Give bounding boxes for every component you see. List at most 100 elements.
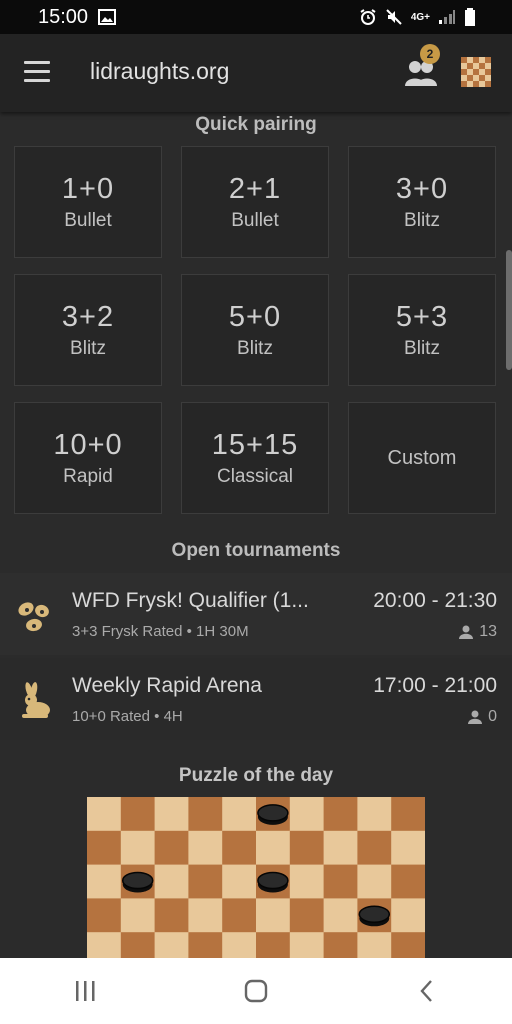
pairing-5-0[interactable]: 5+0 Blitz — [181, 274, 329, 386]
pairing-time: 5+0 — [228, 300, 282, 333]
board-square — [154, 830, 189, 866]
board-square — [391, 898, 425, 933]
board-square — [222, 797, 257, 832]
player-count: 13 — [479, 623, 497, 640]
recent-apps-icon — [76, 981, 95, 1001]
quick-pairing-title: Quick pairing — [195, 114, 317, 135]
home-button[interactable] — [226, 969, 286, 1013]
board-square — [323, 864, 358, 899]
gallery-icon — [98, 9, 117, 25]
board-square — [289, 864, 325, 899]
board-square — [222, 830, 257, 866]
board-square — [391, 830, 425, 866]
board-square — [256, 830, 291, 866]
board-square — [391, 797, 425, 832]
pairing-perf: Classical — [216, 465, 294, 487]
tournament-time: 17:00 - 21:00 — [373, 674, 497, 697]
back-icon — [420, 980, 432, 1002]
pairing-perf: Blitz — [70, 337, 106, 359]
board-square — [87, 830, 122, 866]
board-square — [256, 898, 291, 933]
puzzle-title: Puzzle of the day — [178, 765, 334, 786]
tournament-row[interactable]: WFD Frysk! Qualifier (1... 3+3 Frysk Rat… — [0, 573, 512, 655]
pairing-3-0[interactable]: 3+0 Blitz — [348, 146, 496, 258]
pairing-perf: Rapid — [63, 465, 113, 487]
site-title: lidraughts.org — [90, 58, 230, 84]
black-piece[interactable] — [257, 804, 289, 825]
open-tournaments-title: Open tournaments — [171, 540, 341, 561]
top-app-bar: lidraughts.org 2 — [0, 34, 512, 112]
tournament-players: 13 — [459, 623, 497, 641]
pairing-perf: Blitz — [404, 209, 440, 231]
recent-apps-button[interactable] — [55, 969, 115, 1013]
network-label: 4G+ — [410, 11, 430, 23]
signal-icon — [439, 10, 455, 24]
board-square — [87, 797, 122, 832]
black-piece[interactable] — [358, 905, 391, 927]
pairing-5-3[interactable]: 5+3 Blitz — [348, 274, 496, 386]
pairing-time: 15+15 — [211, 428, 299, 461]
pairing-time: 1+0 — [61, 172, 115, 205]
board-square — [357, 864, 392, 899]
tournament-time: 20:00 - 21:30 — [373, 589, 497, 612]
board-square — [154, 898, 189, 933]
board-square — [222, 864, 257, 899]
pairing-time: 10+0 — [53, 428, 123, 461]
board-square — [357, 830, 392, 866]
player-icon — [468, 710, 483, 724]
board-square — [87, 864, 122, 899]
tournament-info: 3+3 Frysk Rated • 1H 30M — [72, 623, 249, 640]
alarm-icon — [360, 9, 376, 25]
frysk-icon — [18, 602, 49, 632]
home-icon — [244, 979, 268, 1003]
board-square — [323, 797, 358, 832]
black-piece[interactable] — [257, 871, 289, 893]
pairing-perf: Bullet — [64, 209, 112, 231]
board-square — [289, 898, 325, 933]
pairing-3-2[interactable]: 3+2 Blitz — [14, 274, 162, 386]
custom-label: Custom — [387, 446, 457, 469]
pairing-10-0[interactable]: 10+0 Rapid — [14, 402, 162, 514]
pairing-15-15[interactable]: 15+15 Classical — [181, 402, 329, 514]
board-square — [222, 898, 257, 933]
board-square — [357, 797, 392, 832]
puzzle-board-svg — [87, 797, 425, 967]
board-square — [323, 898, 358, 933]
pairing-time: 3+2 — [61, 300, 115, 333]
back-button[interactable] — [397, 969, 457, 1013]
status-bar: 15:00 4G+ — [0, 0, 512, 34]
pairing-2-1[interactable]: 2+1 Bullet — [181, 146, 329, 258]
pairing-perf: Bullet — [231, 209, 279, 231]
friends-count-badge: 2 — [420, 44, 440, 64]
puzzle-board[interactable] — [87, 797, 425, 967]
pairing-custom[interactable]: Custom — [348, 402, 496, 514]
board-square — [120, 797, 156, 832]
board-square — [323, 830, 358, 866]
black-piece[interactable] — [121, 871, 154, 893]
tournament-info: 10+0 Rated • 4H — [72, 708, 183, 725]
board-square — [391, 864, 425, 899]
pairing-time: 2+1 — [228, 172, 282, 205]
pairing-time: 5+3 — [395, 300, 449, 333]
board-icon[interactable] — [461, 57, 491, 87]
rabbit-icon — [22, 682, 50, 718]
system-nav-bar — [0, 958, 512, 1024]
status-time: 15:00 — [38, 5, 89, 28]
tournament-name: Weekly Rapid Arena — [72, 674, 262, 697]
board-square — [87, 898, 122, 933]
board-square — [120, 898, 156, 933]
player-count: 0 — [488, 708, 497, 725]
tournament-row[interactable]: Weekly Rapid Arena 10+0 Rated • 4H 17:00… — [0, 658, 512, 740]
player-icon — [459, 625, 474, 639]
mute-icon — [386, 9, 402, 25]
scrollbar[interactable] — [506, 250, 512, 370]
board-square — [154, 864, 189, 899]
pairing-perf: Blitz — [237, 337, 273, 359]
pairing-time: 3+0 — [395, 172, 449, 205]
tournament-name: WFD Frysk! Qualifier (1... — [72, 589, 309, 612]
board-square — [289, 797, 325, 832]
board-square — [120, 830, 156, 866]
pairing-1-0[interactable]: 1+0 Bullet — [14, 146, 162, 258]
battery-icon — [465, 8, 475, 26]
hamburger-icon[interactable] — [24, 61, 50, 83]
